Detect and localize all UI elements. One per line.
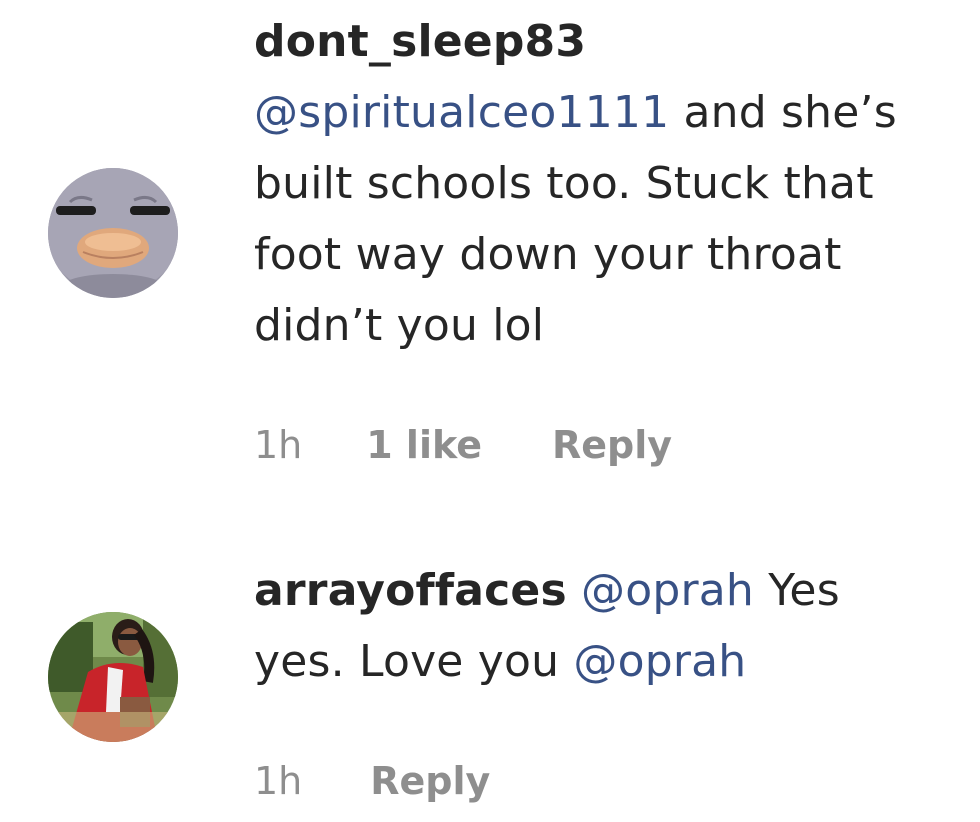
reply-button[interactable]: Reply	[370, 758, 490, 804]
mention-link[interactable]: @spiritualceo1111	[254, 87, 669, 138]
person-photo-avatar-icon	[48, 612, 178, 742]
comment-username[interactable]: dont_sleep83	[254, 16, 586, 67]
mention-link[interactable]: @oprah	[581, 565, 754, 616]
mention-link[interactable]: @oprah	[573, 636, 746, 687]
comment-timestamp: 1h	[254, 423, 303, 467]
avatar[interactable]	[48, 612, 178, 742]
comment-timestamp: 1h	[254, 759, 303, 803]
reply-button[interactable]: Reply	[552, 422, 672, 468]
comment-body: arrayoffaces @oprah Yes yes. Love you @o…	[254, 555, 920, 697]
duck-face-avatar-icon	[48, 168, 178, 298]
comment-username[interactable]: arrayoffaces	[254, 565, 567, 616]
comment-meta: 1h 1 like Reply	[254, 422, 672, 468]
avatar[interactable]	[48, 168, 178, 298]
comment-body: dont_sleep83 @spiritualceo1111 and she’s…	[254, 6, 920, 361]
comment-meta: 1h Reply	[254, 758, 490, 804]
like-count-button[interactable]: 1 like	[366, 422, 482, 468]
